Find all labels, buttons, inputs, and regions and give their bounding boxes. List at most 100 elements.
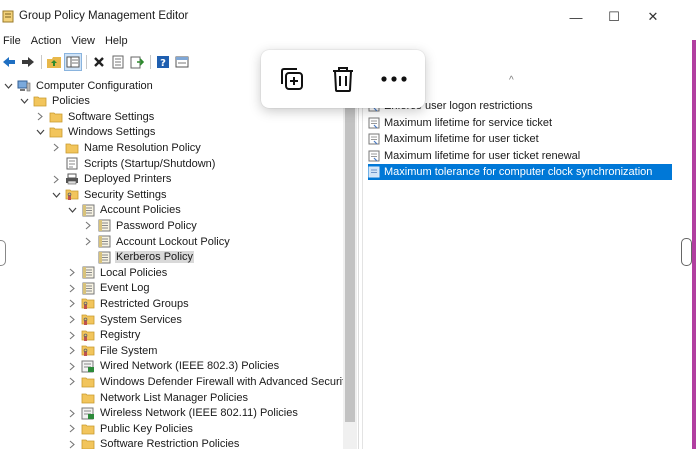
security-folder-icon [81,344,95,357]
chevron-right-icon[interactable] [67,296,77,311]
chevron-right-icon[interactable] [67,343,77,358]
policy-list-item[interactable]: Maximum lifetime for user ticket renewal [368,148,580,164]
menu-file[interactable]: File [0,35,27,47]
tree-node[interactable]: Computer Configuration [3,78,154,93]
tree-node[interactable]: Password Policy [83,218,198,233]
chevron-right-icon[interactable] [67,359,77,374]
tree-node[interactable]: Restricted Groups [67,296,190,311]
sort-ascending-icon[interactable]: ^ [509,75,514,86]
up-folder-icon[interactable] [45,53,63,71]
tree-node[interactable]: Account Lockout Policy [83,234,231,249]
pane-divider[interactable] [358,75,361,449]
view-icon[interactable] [173,53,191,71]
folder-icon [33,95,47,108]
chevron-right-icon[interactable] [67,328,77,343]
tree-node[interactable]: Windows Settings [35,125,156,140]
chevron-down-icon[interactable] [35,125,45,140]
tree-node[interactable]: File System [67,343,158,358]
trash-icon[interactable] [325,61,361,97]
chevron-right-icon[interactable] [67,406,77,421]
folder-icon [81,391,95,404]
forward-arrow-icon[interactable] [19,53,37,71]
menu-view[interactable]: View [67,35,101,47]
tree-node[interactable]: Local Policies [67,265,168,280]
tree-node-label: Deployed Printers [84,173,172,186]
policy-list-label: Maximum tolerance for computer clock syn… [384,166,653,179]
chevron-down-icon[interactable] [67,203,77,218]
tree-scrollbar[interactable] [343,75,357,449]
tree-node[interactable]: Wired Network (IEEE 802.3) Policies [67,359,280,374]
maximize-button[interactable]: ☐ [600,8,628,26]
toolbar-separator [150,55,151,69]
chevron-down-icon[interactable] [51,187,61,202]
back-arrow-icon[interactable] [0,53,18,71]
chevron-right-icon[interactable] [51,140,61,155]
export-icon[interactable] [128,53,146,71]
right-resize-handle[interactable] [681,238,692,266]
tree-node[interactable]: Kerberos Policy [83,250,195,265]
help-icon[interactable]: ? [154,53,172,71]
folder-icon [81,422,95,435]
chevron-right-icon[interactable] [83,234,93,249]
folder-icon [81,438,95,449]
close-button[interactable]: ✕ [639,8,667,26]
chevron-right-icon[interactable] [83,218,93,233]
tree-node-label: File System [100,344,158,357]
toolbar-separator [41,55,42,69]
tree-node-label: Policies [52,95,90,108]
tree-node[interactable]: System Services [67,312,183,327]
chevron-right-icon[interactable] [67,281,77,296]
delete-icon[interactable] [90,53,108,71]
policy-setting-icon [368,133,381,145]
show-tree-icon[interactable] [64,53,82,71]
tree-node[interactable]: Network List Manager Policies [67,390,249,405]
copy-add-icon[interactable] [274,61,310,97]
tree-node[interactable]: Policies [19,94,91,109]
tree-node[interactable]: Public Key Policies [67,421,194,436]
svg-text:?: ? [160,58,166,69]
policy-list-item[interactable]: Maximum tolerance for computer clock syn… [368,164,672,181]
tree-node[interactable]: Windows Defender Firewall with Advanced … [67,374,343,389]
tree-node[interactable]: Name Resolution Policy [51,140,202,155]
tree-node[interactable]: Software Settings [35,109,155,124]
tree-node[interactable]: Registry [67,328,141,343]
console-tree: Computer Configuration Policies Software S… [0,75,343,449]
tree-node-label: Name Resolution Policy [84,141,201,154]
left-resize-handle[interactable] [0,240,6,266]
tree-node[interactable]: Security Settings [51,187,168,202]
chevron-right-icon[interactable] [51,172,61,187]
tree-node[interactable]: Account Policies [67,203,182,218]
chevron-right-icon[interactable] [67,312,77,327]
tree-node-label: Network List Manager Policies [100,391,248,404]
menu-action[interactable]: Action [27,35,68,47]
chevron-right-icon[interactable] [67,265,77,280]
minimize-button[interactable]: — [562,8,590,26]
policy-list-item[interactable]: Maximum lifetime for service ticket [368,115,552,131]
computer-icon [17,79,31,92]
script-icon [65,157,79,170]
chevron-down-icon[interactable] [19,94,29,109]
chevron-right-icon[interactable] [67,374,77,389]
more-icon[interactable] [376,61,412,97]
properties-icon[interactable] [109,53,127,71]
tree-node-label: Windows Defender Firewall with Advanced … [100,375,343,388]
chevron-right-icon[interactable] [67,421,77,436]
tree-node[interactable]: Scripts (Startup/Shutdown) [51,156,216,171]
tree-node[interactable]: Deployed Printers [51,172,172,187]
printer-icon [65,173,79,186]
tree-node-label: Event Log [100,282,150,295]
tree-node[interactable]: Software Restriction Policies [67,437,240,449]
policy-setting-icon [368,166,381,178]
chevron-right-icon[interactable] [35,109,45,124]
tree-node-label: Public Key Policies [100,422,193,435]
tree-node-label: Registry [100,329,141,342]
policy-list-item[interactable]: Maximum lifetime for user ticket [368,131,539,147]
chevron-right-icon[interactable] [67,437,77,449]
folder-icon [81,375,95,388]
policy-icon [81,282,95,295]
tree-node[interactable]: Event Log [67,281,151,296]
tree-node[interactable]: Wireless Network (IEEE 802.11) Policies [67,406,299,421]
menu-help[interactable]: Help [101,35,134,47]
tree-scrollbar-thumb[interactable] [345,102,355,422]
chevron-down-icon[interactable] [3,78,13,93]
